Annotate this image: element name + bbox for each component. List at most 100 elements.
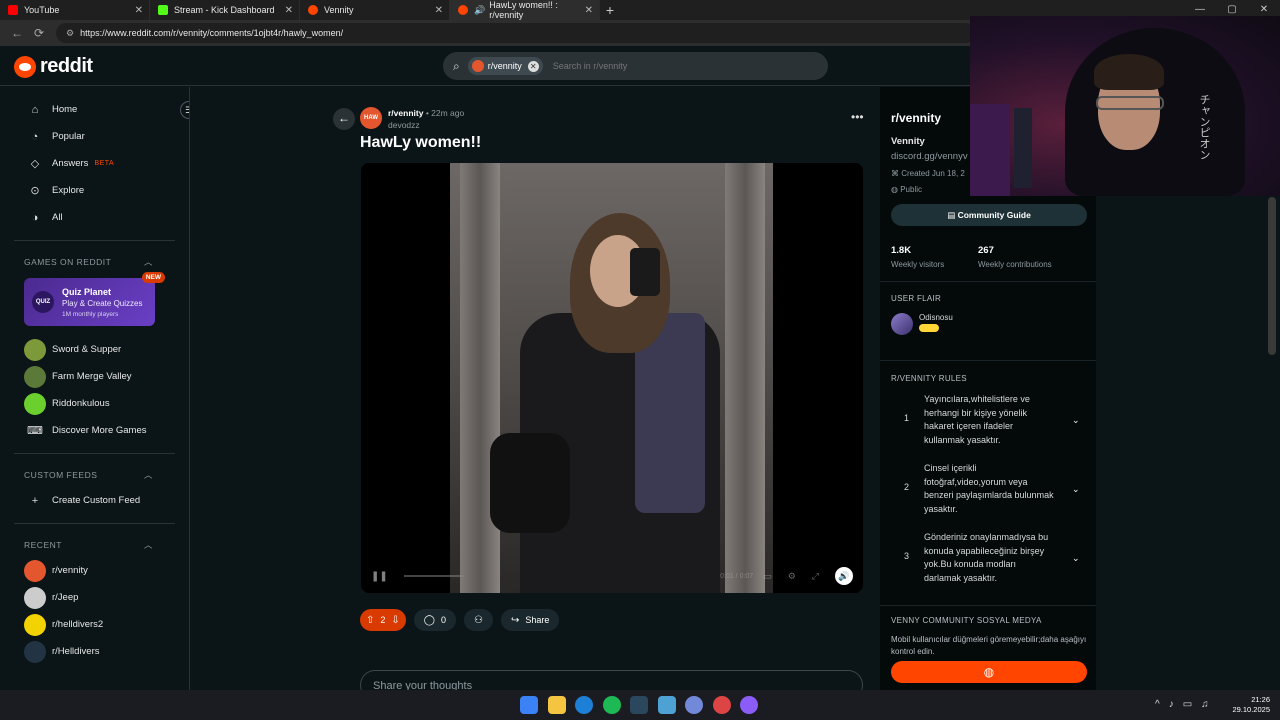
app-icon[interactable]: [657, 696, 676, 714]
search-input[interactable]: [552, 61, 753, 71]
post-actions: ⇧ 2 ⇩ ◯ 0 ⚇ ↪ Share: [360, 609, 560, 631]
site-info-icon[interactable]: ⚙: [66, 28, 74, 39]
chevron-up-icon[interactable]: ^: [1155, 699, 1160, 710]
monitor-icon[interactable]: ▭: [1183, 699, 1192, 710]
close-icon[interactable]: ✕: [585, 5, 593, 16]
comment-count: 0: [441, 615, 447, 625]
close-icon[interactable]: ✕: [135, 5, 143, 16]
windows-start-icon[interactable]: [520, 696, 538, 714]
volume-icon[interactable]: 🔊: [835, 567, 853, 585]
captions-icon[interactable]: ▭: [763, 571, 772, 582]
refresh-icon[interactable]: ⟳: [28, 26, 50, 40]
search-scope-chip[interactable]: r/vennity ✕: [467, 57, 543, 75]
section-title: CUSTOM FEEDS: [24, 470, 98, 480]
video-progress[interactable]: [403, 575, 464, 577]
award-button[interactable]: ⚇: [464, 609, 493, 631]
home-icon: ⌂: [31, 103, 39, 116]
community-visibility: ◍ Public: [891, 185, 922, 194]
rule-item[interactable]: 3 Gönderiniz onaylanmadıysa bu konuda ya…: [904, 531, 1084, 585]
share-button[interactable]: ↪ Share: [500, 609, 560, 631]
game-item[interactable]: Farm Merge Valley: [0, 363, 189, 390]
search-bar[interactable]: ⌕ r/vennity ✕: [443, 52, 828, 80]
pause-icon[interactable]: ❚❚: [371, 571, 388, 582]
games-section-header[interactable]: GAMES ON REDDIT ︿: [0, 250, 189, 274]
speaker-icon[interactable]: ♫: [1201, 699, 1209, 710]
nav-home[interactable]: ⌂ Home: [0, 96, 189, 123]
webcam-overlay: チャンピオン: [970, 16, 1280, 196]
browser-tab-kick[interactable]: Stream - Kick Dashboard ✕: [150, 0, 300, 20]
back-icon[interactable]: ←: [6, 26, 28, 40]
reddit-logo[interactable]: reddit: [14, 55, 93, 78]
microphone-icon[interactable]: ♪: [1169, 699, 1174, 710]
cake-icon: ⌘: [891, 169, 902, 178]
close-icon[interactable]: ✕: [285, 5, 293, 16]
back-button[interactable]: ←: [333, 108, 355, 130]
rule-item[interactable]: 2 Cinsel içerikli fotoğraf,video,yorum v…: [904, 462, 1084, 516]
spotify-icon[interactable]: [602, 696, 621, 714]
nav-label: Create Custom Feed: [52, 495, 141, 506]
discover-games[interactable]: ⌨ Discover More Games: [0, 417, 189, 444]
chevron-down-icon[interactable]: ⌄: [1072, 415, 1080, 426]
chevron-up-icon: ︿: [143, 540, 153, 550]
chrome-icon[interactable]: [712, 696, 731, 714]
speaker-icon[interactable]: 🔊: [474, 5, 485, 16]
flair-badge: [919, 324, 939, 332]
url-field[interactable]: ⚙ https://www.reddit.com/r/vennity/comme…: [56, 23, 976, 43]
stat-value: 267: [978, 245, 994, 256]
system-clock[interactable]: 21:26 29.10.2025: [1230, 695, 1270, 715]
post-author[interactable]: devodzz: [388, 120, 464, 130]
game-item[interactable]: Riddonkulous: [0, 390, 189, 417]
rule-item[interactable]: 1 Yayıncılara,whitelistlere ve herhangi …: [904, 393, 1084, 447]
quiz-planet-card[interactable]: QUIZ Quiz Planet Play & Create Quizzes 1…: [24, 272, 165, 326]
chevron-down-icon[interactable]: ⌄: [1072, 484, 1080, 495]
page-scrollbar[interactable]: [1268, 197, 1276, 355]
nav-explore[interactable]: ⊙ Explore: [0, 177, 189, 204]
comment-icon: ◯: [423, 614, 435, 626]
create-custom-feed[interactable]: + Create Custom Feed: [0, 487, 189, 514]
rule-text: Gönderiniz onaylanmadıysa bu konuda yapa…: [924, 532, 1049, 583]
edge-browser-icon[interactable]: [575, 696, 593, 714]
steam-icon[interactable]: [630, 696, 648, 714]
hood-print: チャンピオン: [1198, 94, 1210, 160]
comments-button[interactable]: ◯ 0: [413, 609, 457, 631]
left-sidebar: ⌂ Home ◔ Popular ◇ Answers BETA ⊙ Explor…: [0, 87, 190, 690]
upvote-icon[interactable]: ⇧: [366, 615, 374, 626]
nav-answers[interactable]: ◇ Answers BETA: [0, 150, 189, 177]
nav-popular[interactable]: ◔ Popular: [0, 123, 189, 150]
nav-label: Explore: [52, 185, 85, 196]
more-options-icon[interactable]: •••: [851, 110, 864, 124]
nav-all[interactable]: ◑ All: [0, 204, 189, 231]
recent-item[interactable]: r/helldivers2: [0, 611, 189, 638]
game-item[interactable]: Sword & Supper: [0, 336, 189, 363]
gamepad-icon: ⌨: [27, 424, 43, 437]
recent-item[interactable]: r/Jeep: [0, 584, 189, 611]
custom-feeds-header[interactable]: CUSTOM FEEDS ︿: [0, 463, 189, 487]
tab-label: YouTube: [24, 5, 60, 15]
chevron-down-icon[interactable]: ⌄: [1072, 553, 1080, 564]
file-explorer-icon[interactable]: [547, 696, 566, 714]
obs-icon[interactable]: [740, 696, 758, 714]
recent-item[interactable]: r/Helldivers: [0, 638, 189, 665]
close-icon[interactable]: ✕: [435, 5, 443, 16]
discord-icon[interactable]: [685, 696, 703, 714]
recent-item[interactable]: r/vennity: [0, 557, 189, 584]
new-tab-button[interactable]: +: [600, 2, 620, 18]
website-button[interactable]: ◍: [891, 661, 1087, 683]
vote-control: ⇧ 2 ⇩: [360, 609, 406, 631]
settings-icon[interactable]: ⚙: [788, 571, 796, 582]
recent-header[interactable]: RECENT ︿: [0, 533, 189, 557]
browser-tab-vennity[interactable]: Vennity ✕: [300, 0, 450, 20]
clear-scope-icon[interactable]: ✕: [527, 60, 539, 72]
fullscreen-icon[interactable]: ⤢: [812, 571, 819, 582]
browser-tab-post[interactable]: 🔊 HawLy women!! : r/vennity ✕: [450, 0, 600, 20]
weekly-contributions: 267 Weekly contributions: [978, 245, 1052, 269]
video-player[interactable]: ❚❚ 0:01 / 0:07 ▭ ⚙ ⤢ 🔊: [361, 163, 863, 593]
browser-tab-youtube[interactable]: YouTube ✕: [0, 0, 150, 20]
chevron-up-icon: ︿: [143, 257, 153, 267]
community-guide-button[interactable]: ▤ Community Guide: [891, 204, 1087, 226]
downvote-icon[interactable]: ⇩: [391, 615, 399, 626]
post-subreddit[interactable]: r/vennity: [388, 108, 423, 118]
subreddit-avatar[interactable]: HAW: [360, 107, 382, 129]
rule-number: 3: [904, 551, 910, 561]
user-flair[interactable]: Odisnosu: [891, 313, 953, 335]
